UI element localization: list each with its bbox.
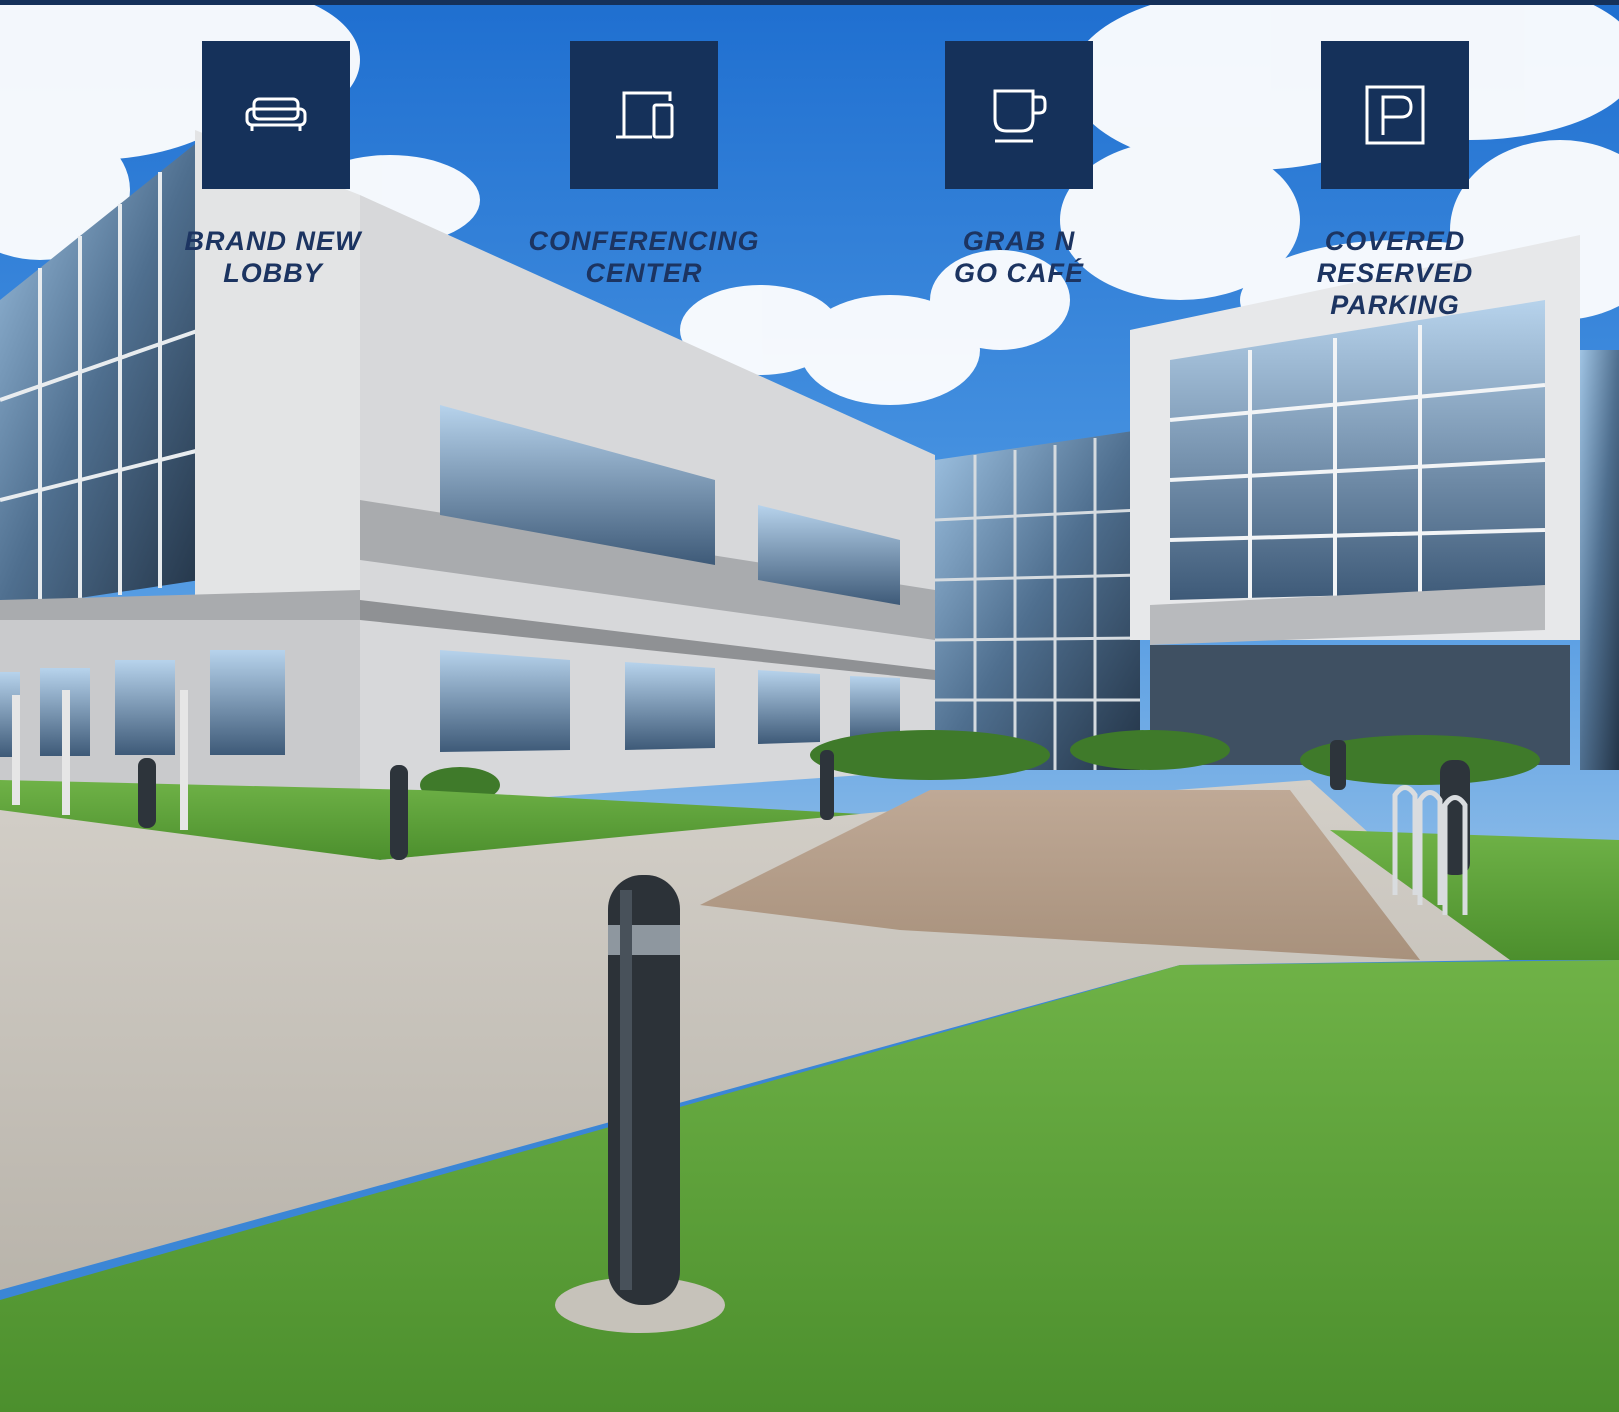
amenity-label-line: BRAND NEW (184, 226, 362, 256)
amenity-label-line: GRAB N (962, 226, 1076, 256)
coffee-cup-icon (993, 89, 1047, 143)
parking-icon (1365, 85, 1425, 145)
amenity-label-lobby: BRAND NEW LOBBY (153, 225, 393, 289)
conferencing-center-icon-box (570, 41, 718, 189)
amenity-label-conferencing: CONFERENCING CENTER (524, 225, 764, 289)
brand-new-lobby-icon-box (202, 41, 350, 189)
covered-reserved-parking-icon-box (1321, 41, 1469, 189)
amenity-label-line: COVERED (1324, 226, 1466, 256)
top-accent-strip (0, 0, 1619, 5)
grab-n-go-cafe-icon-box (945, 41, 1093, 189)
amenity-label-line: RESERVED (1316, 258, 1474, 288)
amenity-label-parking: COVERED RESERVED PARKING (1275, 225, 1515, 321)
devices-icon (616, 91, 674, 139)
sofa-icon (245, 97, 307, 131)
amenity-label-cafe: GRAB N GO CAFÉ (899, 225, 1139, 289)
amenity-label-line: GO CAFÉ (953, 258, 1084, 288)
amenity-label-line: CENTER (585, 258, 703, 288)
amenity-label-line: CONFERENCING (528, 226, 760, 256)
amenity-label-line: PARKING (1330, 290, 1460, 320)
amenities-page: BRAND NEW LOBBY CONFERENCING CENTER GRAB… (0, 0, 1619, 1412)
office-building-photo (0, 0, 1619, 1412)
amenity-label-line: LOBBY (223, 258, 323, 288)
